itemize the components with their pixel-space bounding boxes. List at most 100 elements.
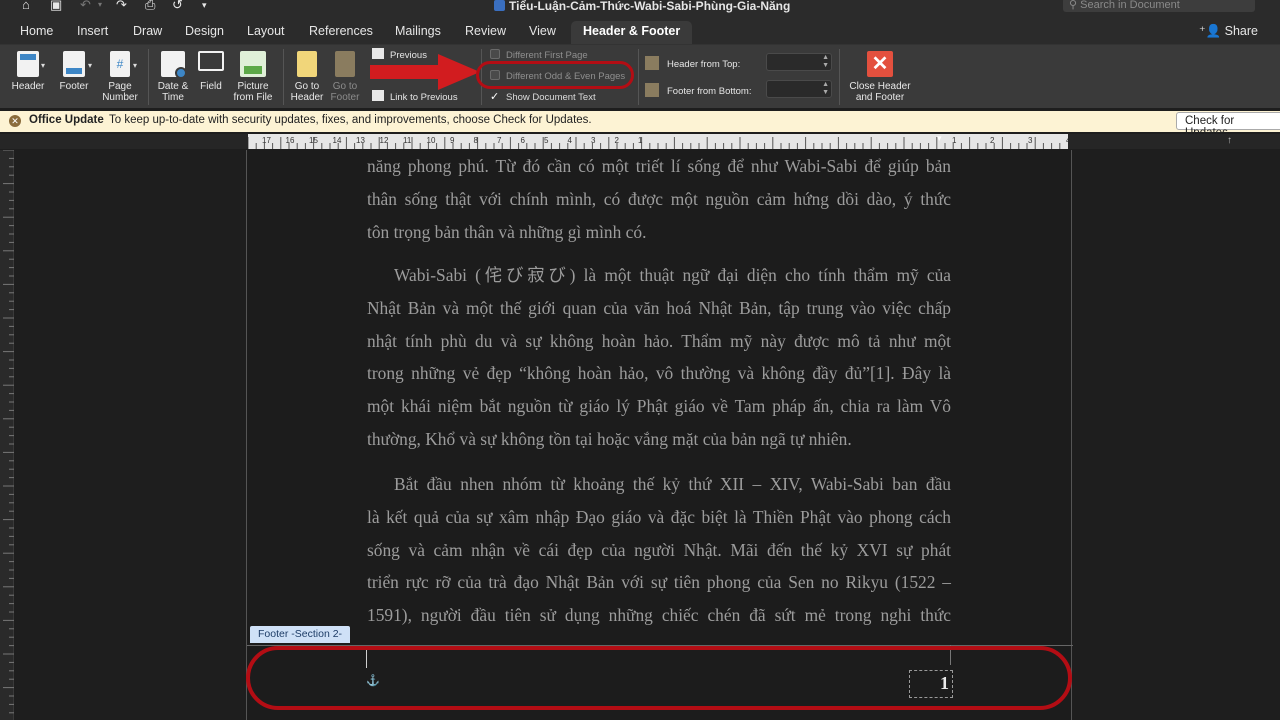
ruler-label: 3 (1028, 136, 1033, 145)
vertical-ruler-ticks (3, 149, 14, 714)
date-time-button[interactable]: Date & Time (152, 51, 194, 103)
undo-arrow-icon[interactable]: ↺ (172, 0, 183, 12)
customize-toolbar-icon[interactable]: ▾ (202, 0, 207, 12)
search-input[interactable]: ⚲ Search in Document (1063, 0, 1255, 12)
paragraph[interactable]: năng phong phú. Từ đó cần có một triết l… (367, 150, 951, 248)
tab-mailings[interactable]: Mailings (395, 24, 441, 38)
tab-home[interactable]: Home (20, 24, 53, 38)
undo-icon[interactable]: ↶ (80, 0, 91, 12)
update-title: Office Update (29, 114, 104, 126)
ribbon-separator (839, 49, 840, 105)
save-icon[interactable]: ▣ (50, 0, 62, 12)
go-to-footer-button[interactable]: Go to Footer (326, 51, 364, 103)
text-line: Nhật Bản và một thế giới quan của văn ho… (367, 297, 951, 318)
home-icon[interactable]: ⌂ (22, 0, 30, 12)
text-line: Bắt đầu nhen nhóm từ khoảng thế kỷ thứ X… (394, 474, 951, 494)
undo-dropdown-icon[interactable]: ▾ (98, 0, 102, 12)
text-line: triển rực rỡ của trà đạo Nhật Bản với sự… (367, 572, 951, 593)
text-line: sống và cảm nhận về cái đẹp của người Nh… (367, 539, 951, 560)
page-number-icon: # (110, 51, 130, 77)
tab-header-footer[interactable]: Header & Footer (571, 21, 693, 44)
ruler-label: 14 (333, 136, 342, 145)
add-person-icon: ⁺👤 (1199, 24, 1225, 38)
header-icon (17, 51, 39, 77)
indent-marker-icon[interactable]: ▾ (937, 133, 942, 144)
footer-highlight-annotation (246, 646, 1072, 710)
field-button[interactable]: Field (196, 51, 226, 92)
update-message: To keep up-to-date with security updates… (109, 114, 592, 126)
stepper-icon[interactable]: ▲ ▼ (822, 54, 829, 70)
horizontal-ruler[interactable]: 17161514131211109876543211234 (247, 134, 1071, 149)
ruler-ticks: 17161514131211109876543211234 (247, 136, 1071, 149)
print-icon[interactable]: ⎙ (145, 0, 155, 12)
ribbon-separator (638, 49, 639, 105)
search-placeholder: Search in Document (1080, 0, 1180, 11)
ribbon-tabs: Home Insert Draw Design Layout Reference… (0, 14, 1280, 44)
header-button[interactable]: Header (8, 51, 48, 92)
paragraph[interactable]: Bắt đầu nhen nhóm từ khoảng thế kỷ thứ X… (367, 468, 951, 632)
ruler-label: 1 (952, 136, 957, 145)
text-line: là kết quả của sự xâm nhập Đạo giáo và đ… (367, 506, 951, 527)
header-from-top-label: Header from Top: (645, 56, 740, 70)
calendar-clock-icon (161, 51, 187, 79)
ruler-label: 7 (497, 136, 502, 145)
paragraph[interactable]: Wabi-Sabi (侘び寂び) là một thuật ngữ đại di… (367, 259, 951, 456)
check-for-updates-button[interactable]: Check for Updates (1176, 112, 1280, 139)
page-number-dropdown-icon[interactable]: ▾ (133, 61, 137, 70)
header-position-icon (645, 56, 659, 70)
ruler-label: 6 (521, 136, 526, 145)
text-line: nhật tính phù du và sự không hoàn hảo. T… (367, 330, 951, 351)
field-icon (198, 51, 224, 71)
footer-button[interactable]: Footer (54, 51, 94, 92)
vertical-ruler[interactable] (0, 149, 14, 720)
text-line: năng phong phú. Từ đó cần có một triết l… (367, 156, 951, 176)
tab-insert[interactable]: Insert (77, 24, 108, 38)
tab-design[interactable]: Design (185, 24, 224, 38)
share-button[interactable]: ⁺👤 Share (1199, 23, 1258, 39)
ruler-label: 13 (356, 136, 365, 145)
go-to-header-icon (297, 51, 317, 77)
footer-from-bottom-input[interactable]: ▲ ▼ (766, 80, 832, 98)
tab-layout[interactable]: Layout (247, 24, 285, 38)
close-header-footer-button[interactable]: ✕ Close Header and Footer (844, 51, 916, 103)
ruler-label: 15 (309, 136, 318, 145)
checkmark-icon: ✓ (490, 91, 500, 103)
ribbon-separator (148, 49, 149, 105)
tab-view[interactable]: View (529, 24, 556, 38)
ruler-label: 3 (591, 136, 596, 145)
tab-draw[interactable]: Draw (133, 24, 162, 38)
show-document-text-checkbox[interactable]: ✓ Show Document Text (490, 90, 596, 103)
odd-even-highlight-annotation (476, 61, 634, 89)
checkbox-icon (490, 49, 500, 59)
picture-from-file-button[interactable]: Picture from File (229, 51, 277, 103)
ruler-label: 2 (615, 136, 620, 145)
header-from-top-input[interactable]: ▲ ▼ (766, 53, 832, 71)
dismiss-icon[interactable]: ✕ (9, 115, 21, 127)
horizontal-ruler-row: 17161514131211109876543211234 ▾ ↑ (0, 133, 1280, 149)
header-dropdown-icon[interactable]: ▾ (41, 61, 45, 70)
footer-from-bottom-label: Footer from Bottom: (645, 83, 751, 97)
footer-icon (63, 51, 85, 77)
text-line: thường, Khổ và sự không tồn tại hoặc vắn… (367, 428, 852, 449)
tab-stop-icon[interactable]: ↑ (1227, 135, 1232, 146)
go-to-footer-icon (335, 51, 355, 77)
ruler-label: 5 (544, 136, 549, 145)
footer-section-tag: Footer -Section 2- (250, 626, 351, 643)
ruler-label: 1 (638, 136, 643, 145)
footer-position-icon (645, 83, 659, 97)
footer-dropdown-icon[interactable]: ▾ (88, 61, 92, 70)
different-first-page-checkbox[interactable]: Different First Page (490, 49, 588, 61)
text-line: Wabi-Sabi (侘び寂び) là một thuật ngữ đại di… (394, 265, 951, 285)
header-label: Header (11, 81, 45, 92)
tab-references[interactable]: References (309, 24, 373, 38)
footer-label: Footer (59, 81, 89, 92)
redo-icon[interactable]: ↷ (116, 0, 127, 12)
go-to-header-button[interactable]: Go to Header (288, 51, 326, 103)
text-line: một khái niệm bắt nguồn từ giáo lý Phật … (367, 396, 951, 417)
stepper-icon[interactable]: ▲ ▼ (822, 81, 829, 97)
document-page[interactable]: năng phong phú. Từ đó cần có một triết l… (246, 150, 1073, 720)
tab-review[interactable]: Review (465, 24, 506, 38)
share-label: Share (1224, 24, 1258, 38)
page-number-button[interactable]: # Page Number (98, 51, 142, 103)
word-doc-icon (494, 0, 505, 11)
